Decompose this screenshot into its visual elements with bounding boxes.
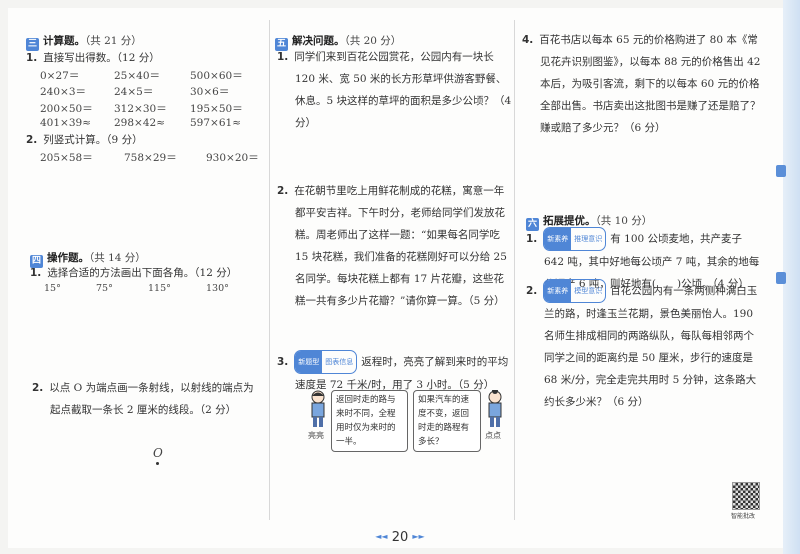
- angle-label: 75°: [96, 283, 113, 294]
- oral-calc-item: 597×61≈: [190, 117, 241, 129]
- question-text: 百花书店以每本 65 元的价格购进了 80 本《常见花卉识别图鉴》，以每本 88…: [539, 34, 761, 134]
- oral-calc-item: 240×3＝: [40, 86, 87, 98]
- oral-calc-item: 298×42≈: [114, 117, 165, 129]
- page-number-footer: ◄◄ 20 ►►: [0, 530, 800, 545]
- badge-type: 新素养: [544, 280, 572, 302]
- character-name: 点点: [485, 431, 501, 440]
- question-number: 1.: [277, 51, 289, 63]
- oral-calc-item: 24×5＝: [114, 86, 154, 98]
- badge-skill: 图表信息: [325, 358, 354, 366]
- section-title: 拓展提优。: [543, 215, 596, 227]
- question-badge: 新素养 推理意识: [543, 227, 607, 251]
- badge-skill: 推理意识: [574, 235, 603, 243]
- question-text: 在花朝节里吃上用鲜花制成的花糕，寓意一年都平安吉祥。下午时分，老师给同学们发放花…: [294, 185, 507, 307]
- vertical-calc-item: 205×58＝: [40, 152, 93, 164]
- question-5-1: 1. 同学们来到百花公园赏花，公园内有一块长 120 米、宽 50 米的长方形草坪…: [277, 46, 512, 134]
- question-text: 以点 O 为端点画一条射线，以射线的端点为起点截取一条长 2 厘米的线段。（2 …: [49, 382, 254, 416]
- question-5-2: 2. 在花朝节里吃上用鲜花制成的花糕，寓意一年都平安吉祥。下午时分，老师给同学们发…: [277, 180, 512, 312]
- question-number: 3.: [277, 356, 289, 368]
- section-points: （共 21 分）: [85, 35, 142, 47]
- question-number: 2.: [277, 185, 289, 197]
- question-number: 1.: [30, 267, 42, 279]
- section-title: 计算题。: [43, 35, 85, 47]
- question-number: 2.: [26, 134, 38, 146]
- question-4-2: 2. 以点 O 为端点画一条射线，以射线的端点为起点截取一条长 2 厘米的线段。（…: [32, 377, 264, 421]
- question-6-2: 2. 新素养 模型意识 百花公园内有一条两侧种满白玉兰的路，时逢玉兰花期，景色美丽怡人…: [526, 279, 764, 413]
- point-o-label: O: [153, 446, 163, 460]
- question-number: 2.: [32, 382, 44, 394]
- side-tab-marker: [776, 165, 786, 177]
- oral-calc-item: 0×27＝: [40, 70, 80, 82]
- question-badge: 新题型 图表信息: [294, 350, 358, 374]
- badge-type: 新素养: [544, 228, 572, 250]
- next-arrow-icon: ►►: [412, 532, 425, 541]
- question-4-1: 1. 选择合适的方法画出下面各角。（12 分）: [30, 262, 237, 284]
- side-tab-marker: [776, 272, 786, 284]
- vertical-calc-item: 930×20＝: [206, 152, 259, 164]
- angle-label: 130°: [206, 283, 229, 294]
- question-number: 1.: [26, 52, 38, 64]
- oral-calc-item: 500×60＝: [190, 70, 243, 82]
- oral-calc-item: 195×50＝: [190, 103, 243, 115]
- question-badge: 新素养 模型意识: [543, 279, 607, 303]
- question-3-1: 1. 直接写出得数。（12 分）: [26, 47, 160, 69]
- column-divider: [269, 20, 270, 520]
- speech-bubble-left: 返回时走的路与来时不同，全程用时仅为来时的一半。: [331, 390, 408, 452]
- question-text: 百花公园内有一条两侧种满白玉兰的路，时逢玉兰花期，景色美丽怡人。190 名师生排…: [544, 285, 758, 408]
- question-text: 选择合适的方法画出下面各角。（12 分）: [47, 267, 238, 279]
- qr-label: 智能批改: [731, 513, 756, 520]
- question-text: 列竖式计算。（9 分）: [43, 134, 143, 146]
- question-number: 4.: [522, 34, 534, 46]
- question-number: 2.: [526, 285, 538, 297]
- page-number: 20: [391, 530, 409, 545]
- oral-calc-item: 312×30＝: [114, 103, 167, 115]
- point-o-dot: [156, 462, 159, 465]
- angle-label: 115°: [148, 283, 171, 294]
- column-divider: [514, 20, 515, 520]
- oral-calc-item: 30×6＝: [190, 86, 230, 98]
- question-text: 直接写出得数。（12 分）: [43, 52, 160, 64]
- question-3-2: 2. 列竖式计算。（9 分）: [26, 129, 143, 151]
- boy-liangliang-illustration: [311, 390, 325, 427]
- girl-diandian-illustration: [488, 390, 502, 427]
- oral-calc-item: 200×50＝: [40, 103, 93, 115]
- speech-bubble-right: 如果汽车的速度不变，返回时走的路程有多长？: [413, 390, 481, 452]
- oral-calc-item: 25×40＝: [114, 70, 161, 82]
- oral-calc-item: 401×39≈: [40, 117, 91, 129]
- prev-arrow-icon: ◄◄: [375, 532, 388, 541]
- question-5-4: 4. 百花书店以每本 65 元的价格购进了 80 本《常见花卉识别图鉴》，以每本 …: [522, 29, 762, 139]
- qr-code[interactable]: [732, 482, 760, 510]
- question-text: 同学们来到百花公园赏花，公园内有一块长 120 米、宽 50 米的长方形草坪供游…: [294, 51, 512, 129]
- character-name: 亮亮: [308, 431, 324, 440]
- badge-skill: 模型意识: [574, 287, 603, 295]
- vertical-calc-item: 758×29＝: [124, 152, 177, 164]
- angle-label: 15°: [44, 283, 61, 294]
- question-number: 1.: [526, 233, 538, 245]
- badge-type: 新题型: [295, 351, 323, 373]
- section-points: （共 10 分）: [595, 215, 653, 227]
